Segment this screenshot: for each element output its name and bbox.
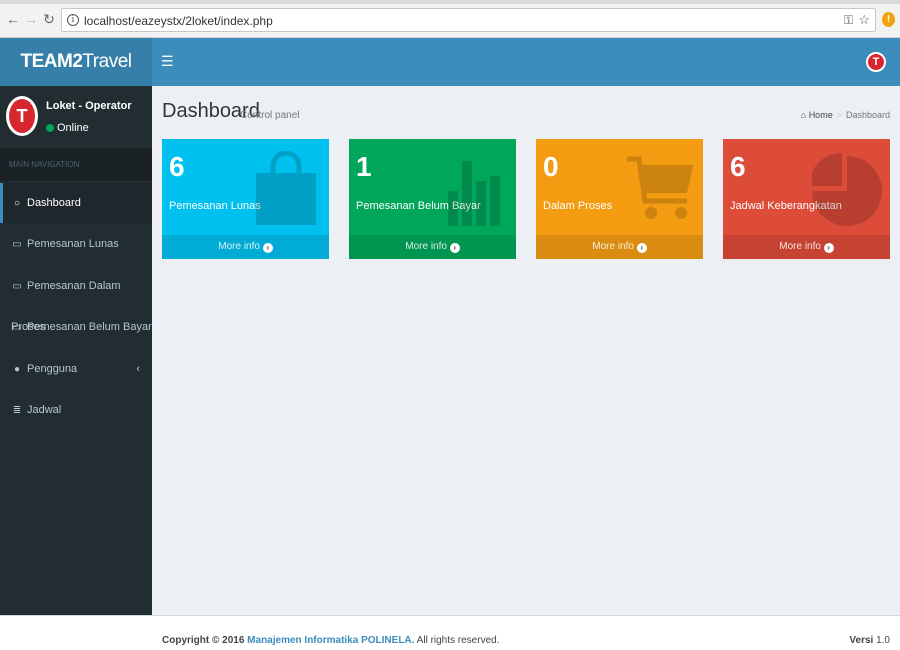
more-info-link[interactable]: More info › — [162, 235, 329, 259]
sidebar-item-pemesanan-lunas[interactable]: ▭ Pemesanan Lunas — [0, 224, 152, 264]
user-icon: ● — [13, 364, 21, 375]
copyright-prefix: Copyright © 2016 — [162, 635, 245, 646]
laptop-icon: ▭ — [12, 322, 22, 333]
page-subtitle: Control panel — [240, 110, 300, 121]
sidebar-item-pemesanan-dalam-proses[interactable]: ▭ Pemesanan Dalam Proses — [0, 266, 152, 333]
laptop-icon: ▭ — [12, 281, 22, 292]
laptop-icon: ▭ — [12, 239, 22, 250]
breadcrumb-home-link[interactable]: Home — [809, 110, 833, 120]
arrow-circle-right-icon: › — [449, 243, 460, 253]
online-dot-icon — [46, 124, 54, 132]
sidebar-item-label: Dashboard — [27, 197, 81, 209]
version-label: Versi — [849, 635, 874, 646]
arrow-circle-right-icon: › — [636, 243, 647, 253]
sidebar-item-dashboard[interactable]: ○ Dashboard — [0, 183, 152, 223]
sidebar-item-label: Jadwal — [27, 404, 62, 416]
box-value: 0 — [543, 151, 559, 182]
sidebar-item-label: Pengguna — [27, 363, 78, 375]
nav-header: MAIN NAVIGATION — [0, 148, 152, 181]
info-icon[interactable]: i — [67, 14, 79, 26]
user-avatar: T — [6, 96, 38, 136]
address-bar[interactable]: i localhost/eazeystx/2loket/index.php ⚿ … — [61, 8, 876, 32]
copyright-suffix: All rights reserved. — [416, 635, 500, 646]
sidebar: T Loket - Operator Online MAIN NAVIGATIO… — [0, 86, 152, 615]
breadcrumb-separator: > — [836, 110, 842, 120]
user-name: Loket - Operator — [46, 100, 132, 112]
user-panel: T Loket - Operator Online — [0, 86, 152, 148]
copyright-link[interactable]: Manajemen Informatika POLINELA. — [247, 635, 414, 646]
list-icon: ≣ — [12, 405, 22, 416]
pie-chart-icon — [812, 153, 882, 226]
box-value: 6 — [169, 151, 185, 182]
more-info-link[interactable]: More info › — [349, 235, 516, 259]
dashboard-home-icon: ⌂ — [800, 110, 807, 120]
arrow-circle-right-icon: › — [262, 243, 273, 253]
sidebar-item-jadwal[interactable]: ≣ Jadwal — [0, 390, 152, 430]
circle-o-icon: ○ — [13, 198, 21, 209]
breadcrumb-current: Dashboard — [845, 110, 890, 120]
box-value: 1 — [356, 151, 372, 182]
user-status-text: Online — [57, 122, 89, 134]
more-info-link[interactable]: More info › — [723, 235, 890, 259]
more-info-link[interactable]: More info › — [536, 235, 703, 259]
shopping-bag-icon — [256, 151, 316, 225]
box-label: Dalam Proses — [543, 200, 613, 212]
browser-toolbar: ← → ↻ i localhost/eazeystx/2loket/index.… — [0, 0, 900, 38]
more-info-label: More info — [779, 241, 821, 252]
sidebar-item-pengguna[interactable]: ● Pengguna ‹ — [0, 349, 152, 389]
shopping-cart-icon — [627, 156, 693, 219]
sidebar-item-label: Pemesanan Lunas — [27, 238, 119, 250]
url-text[interactable]: localhost/eazeystx/2loket/index.php — [84, 14, 273, 28]
key-icon[interactable]: ⚿ — [844, 13, 853, 28]
small-box-dalam-proses: 0 Dalam Proses More info › — [536, 139, 703, 259]
small-box-pemesanan-belum-bayar: 1 Pemesanan Belum Bayar More info › — [349, 139, 516, 259]
browser-tab-strip — [0, 0, 900, 4]
arrow-circle-right-icon: › — [823, 243, 834, 253]
box-value: 6 — [730, 151, 746, 182]
top-navbar: ☰ T — [152, 38, 900, 86]
sidebar-item-label: Pemesanan Belum Bayar — [27, 321, 152, 333]
logo-rest-text: Travel — [82, 51, 132, 72]
box-label: Pemesanan Lunas — [169, 200, 261, 212]
extension-icon[interactable]: ! — [882, 12, 895, 27]
user-status: Online — [46, 122, 89, 134]
back-arrow-icon[interactable]: ← — [5, 11, 21, 27]
sidebar-item-pemesanan-belum-bayar[interactable]: ▭ Pemesanan Belum Bayar — [0, 307, 152, 347]
version-number: 1.0 — [876, 635, 890, 646]
bar-chart-icon — [448, 161, 500, 226]
page-footer: Copyright © 2016 Manajemen Informatika P… — [0, 615, 900, 650]
reload-icon[interactable]: ↻ — [41, 11, 57, 27]
more-info-label: More info — [405, 241, 447, 252]
logo-bold-text: TEAM2 — [20, 51, 83, 72]
menu-toggle-icon[interactable]: ☰ — [161, 53, 174, 70]
breadcrumb: ⌂ Home > Dashboard — [801, 110, 890, 120]
star-icon[interactable]: ☆ — [858, 12, 870, 28]
version: Versi 1.0 — [849, 635, 890, 646]
header-user-avatar[interactable]: T — [866, 52, 886, 72]
chevron-left-icon: ‹ — [136, 363, 140, 375]
small-box-jadwal-keberangkatan: 6 Jadwal Keberangkatan More info › — [723, 139, 890, 259]
app-logo[interactable]: TEAM2Travel — [0, 38, 152, 86]
small-box-pemesanan-lunas: 6 Pemesanan Lunas More info › — [162, 139, 329, 259]
more-info-label: More info — [592, 241, 634, 252]
forward-arrow-icon[interactable]: → — [23, 11, 39, 27]
copyright: Copyright © 2016 Manajemen Informatika P… — [162, 635, 499, 646]
more-info-label: More info — [218, 241, 260, 252]
